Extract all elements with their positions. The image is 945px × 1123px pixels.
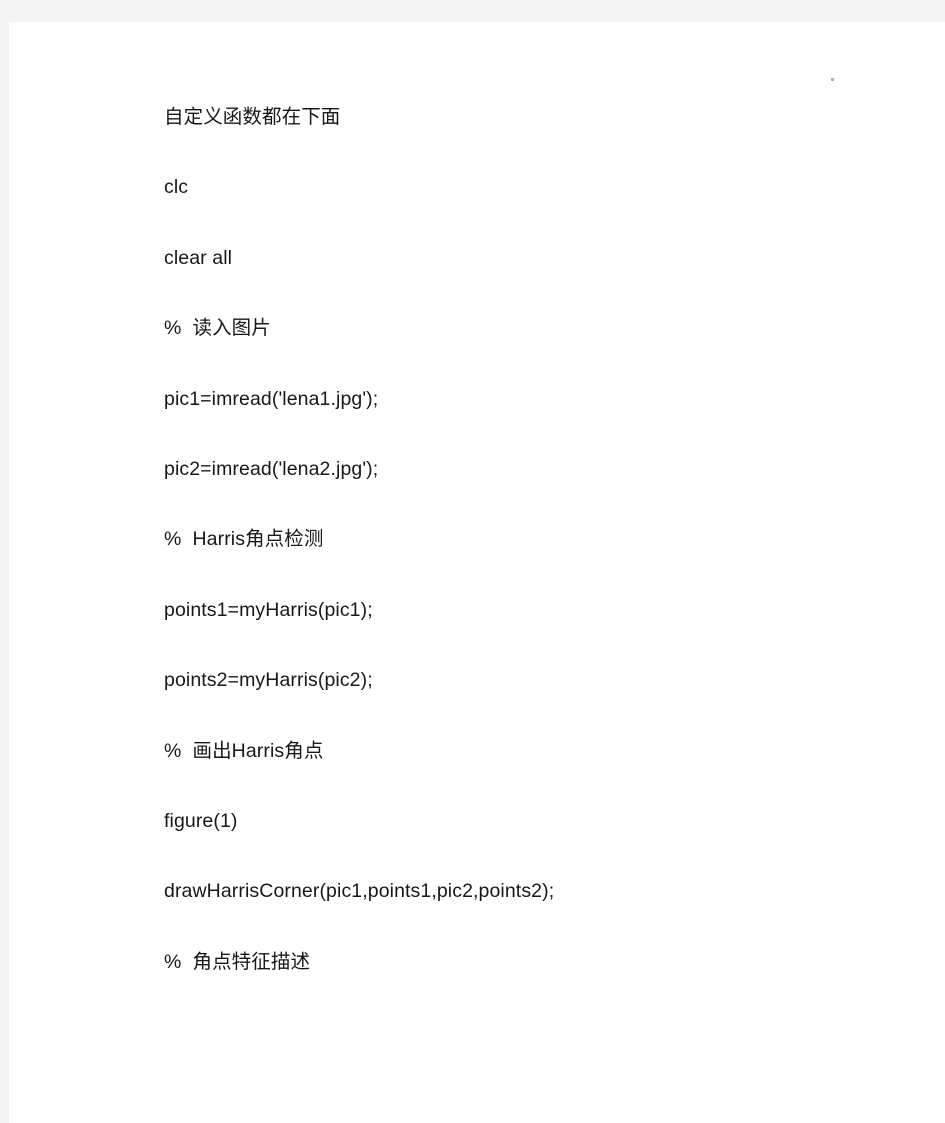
text-line: pic2=imread('lena2.jpg'); — [164, 457, 379, 480]
document-page: 自定义函数都在下面 clc clear all % 读入图片 pic1=imre… — [9, 22, 945, 1123]
text-line: clear all — [164, 246, 233, 269]
text-line: % Harris角点检测 — [164, 528, 324, 551]
text-line: % 画出Harris角点 — [164, 739, 324, 762]
document-text-body: 自定义函数都在下面 clc clear all % 读入图片 pic1=imre… — [164, 106, 904, 1023]
text-line: points2=myHarris(pic2); — [164, 669, 373, 692]
text-line: % 读入图片 — [164, 317, 271, 340]
text-line: drawHarrisCorner(pic1,points1,pic2,point… — [164, 880, 555, 903]
text-line: figure(1) — [164, 809, 238, 832]
text-line: points1=myHarris(pic1); — [164, 598, 373, 621]
stray-speck-mark — [831, 78, 834, 81]
text-line: clc — [164, 176, 189, 199]
text-line: 自定义函数都在下面 — [164, 106, 341, 128]
text-line: % 角点特征描述 — [164, 950, 311, 973]
text-line: pic1=imread('lena1.jpg'); — [164, 387, 379, 410]
